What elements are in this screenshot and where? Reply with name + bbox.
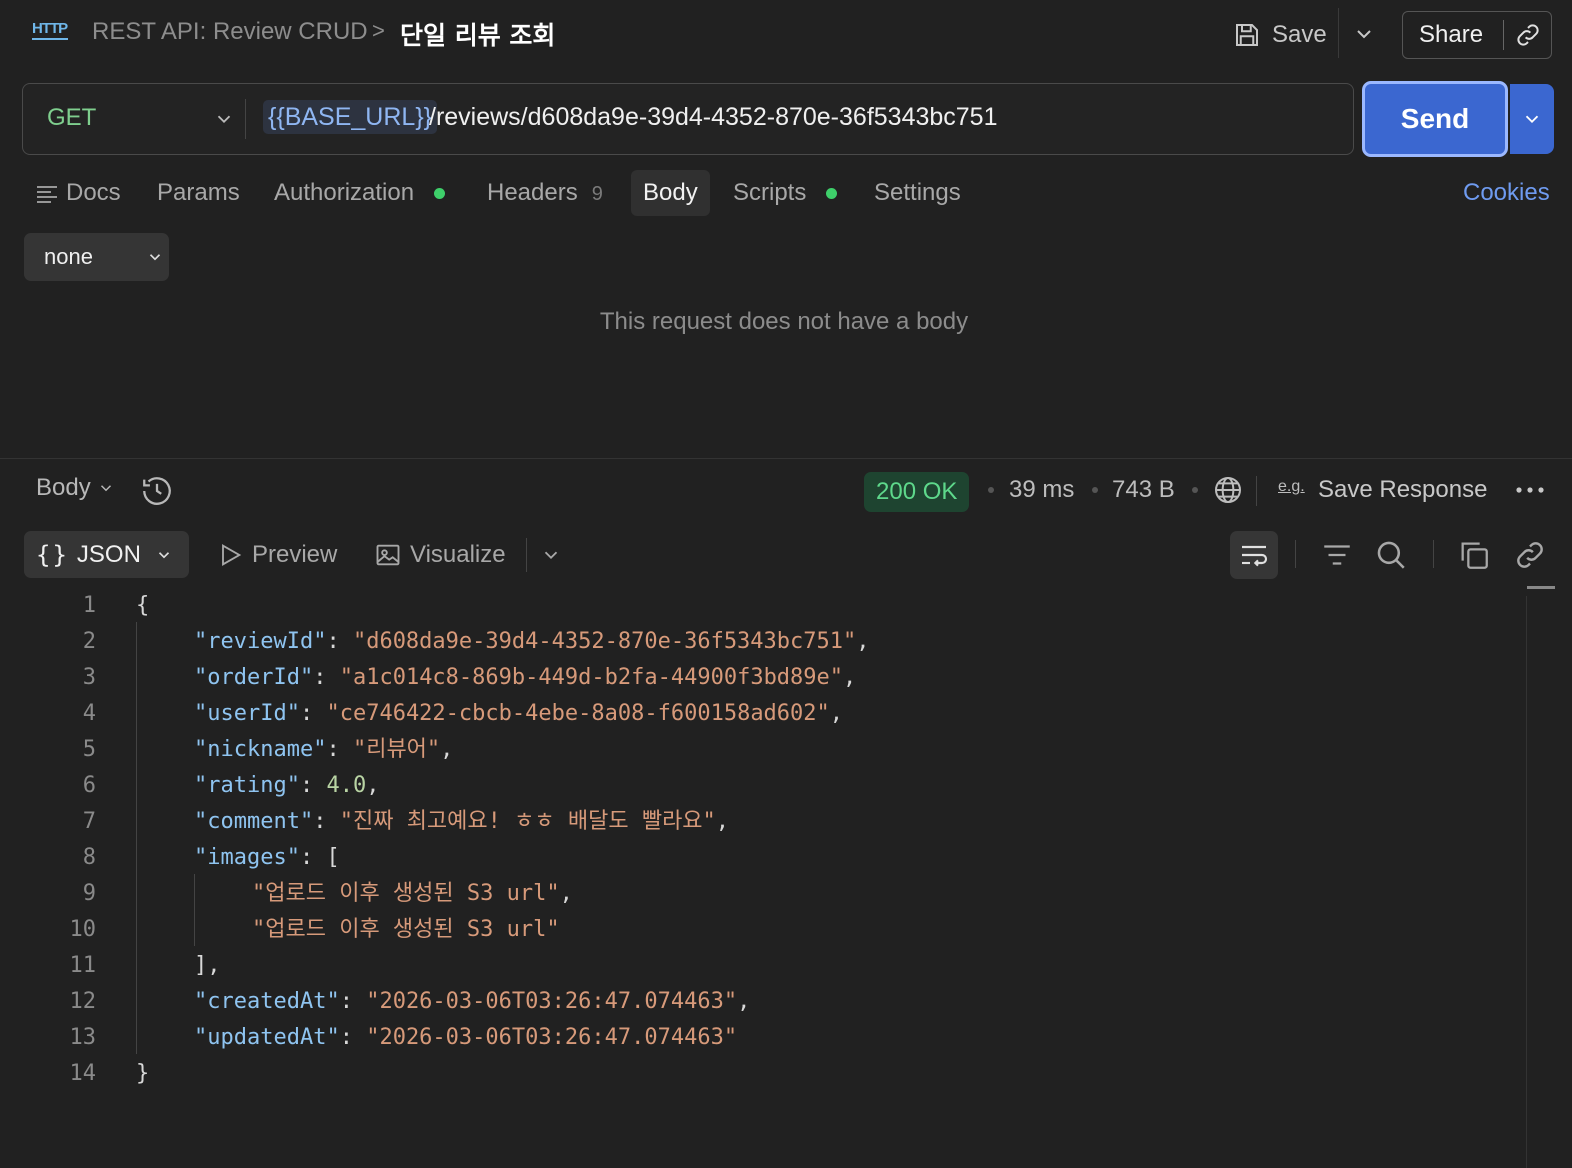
body-type-label: none (44, 244, 93, 269)
response-size[interactable]: 743 B (1112, 474, 1175, 506)
preview-button[interactable]: Preview (216, 536, 337, 574)
status-badge[interactable]: 200 OK (864, 472, 970, 512)
tab-docs[interactable]: Docs (36, 170, 121, 216)
chevron-down-icon (149, 254, 161, 261)
send-options-button[interactable] (1510, 84, 1554, 154)
top-bar: HTTP REST API: Review CRUD > 단일 리뷰 조회 Sa… (0, 0, 1572, 70)
code-line: 2 "reviewId": "d608da9e-39d4-4352-870e-36… (82, 629, 870, 654)
chevron-down-icon (158, 551, 170, 558)
empty-body-message: This request does not have a body (599, 308, 969, 335)
code-line: 11], (69, 953, 221, 978)
share-label: Share (1419, 21, 1484, 48)
visualize-label: Visualize (410, 541, 506, 568)
code-line: 7 "comment": "진짜 최고예요! ㅎㅎ 배달도 빨라요", (82, 809, 730, 834)
http-icon: HTTP (32, 20, 68, 50)
code-line: 3 "orderId": "a1c014c8-869b-449d-b2fa-449… (82, 665, 857, 690)
separator-dot (988, 487, 994, 493)
copy-icon[interactable] (1457, 538, 1491, 572)
code-line: 5 "nickname": "리뷰어", (82, 737, 454, 762)
url-variable[interactable]: {{BASE_URL}} (263, 100, 438, 134)
headers-count: 9 (591, 183, 603, 205)
docs-icon (37, 185, 57, 203)
save-icon (1236, 24, 1258, 46)
link-icon[interactable] (1514, 21, 1542, 49)
request-tabs: Docs Params Authorization Headers 9 Body … (0, 165, 1572, 221)
code-line: 13 "updatedAt": "2026-03-06T03:26:47.0744… (69, 1025, 738, 1050)
code-line: 10 "업로드 이후 생성된 S3 url" (69, 917, 560, 942)
save-button[interactable]: Save (1232, 16, 1327, 54)
url-bar: GET {{BASE_URL}} /reviews/d608da9e-39d4-… (22, 83, 1354, 155)
tab-label: Headers (487, 179, 578, 206)
chevron-down-icon[interactable] (540, 544, 562, 566)
separator-dot (1192, 487, 1198, 493)
visualize-button[interactable]: Visualize (374, 536, 506, 574)
cookies-link[interactable]: Cookies (1463, 170, 1550, 216)
json-braces-icon: {} (36, 540, 69, 569)
code-line: 9 "업로드 이후 생성된 S3 url", (82, 881, 573, 906)
save-label: Save (1272, 21, 1327, 48)
search-icon[interactable] (1374, 538, 1408, 572)
url-input[interactable]: /reviews/d608da9e-39d4-4352-870e-36f5343… (429, 100, 998, 134)
divider (526, 538, 527, 572)
tab-params[interactable]: Params (157, 170, 240, 216)
divider (1503, 20, 1504, 50)
chevron-down-icon (100, 485, 111, 492)
wrap-icon (1242, 545, 1268, 567)
separator-dot (1092, 487, 1098, 493)
method-select[interactable]: GET (47, 104, 96, 132)
body-type-select[interactable]: none (24, 233, 169, 281)
chevron-down-icon (1525, 115, 1539, 124)
history-icon[interactable] (140, 474, 174, 508)
breadcrumb-chevron-icon: > (372, 18, 385, 43)
code-line: 14} (69, 1061, 150, 1086)
divider (1433, 540, 1434, 568)
example-icon: e.g. (1278, 478, 1305, 495)
response-editor[interactable]: 1{ 2 "reviewId": "d608da9e-39d4-4352-870e… (0, 586, 1526, 1168)
play-icon (222, 544, 242, 566)
divider (1338, 8, 1339, 58)
status-dot (434, 188, 446, 200)
code-line: 6 "rating": 4.0, (82, 773, 380, 798)
tab-body[interactable]: Body (631, 170, 710, 216)
tab-authorization[interactable]: Authorization (274, 170, 446, 216)
response-time[interactable]: 39 ms (1009, 474, 1074, 506)
tab-settings[interactable]: Settings (874, 170, 961, 216)
scrollbar-thumb[interactable] (1527, 586, 1555, 589)
tab-label: Scripts (733, 179, 807, 206)
code-line: 12 "createdAt": "2026-03-06T03:26:47.0744… (69, 989, 751, 1014)
response-section-select[interactable]: Body (36, 474, 115, 502)
request-name[interactable]: 단일 리뷰 조회 (400, 16, 555, 52)
tab-label: Docs (66, 179, 121, 206)
save-response-button[interactable]: Save Response (1318, 474, 1487, 506)
chevron-down-icon[interactable] (213, 108, 235, 130)
filter-icon[interactable] (1320, 538, 1354, 572)
code-line: 4 "userId": "ce746422-cbcb-4ebe-8a08-f600… (82, 701, 844, 726)
more-icon[interactable] (1514, 480, 1546, 500)
tab-label: Authorization (274, 179, 415, 206)
divider (1295, 540, 1296, 568)
wrap-toggle[interactable] (1230, 531, 1278, 579)
breadcrumb-collection[interactable]: REST API: Review CRUD (92, 18, 368, 46)
tab-scripts[interactable]: Scripts (733, 170, 838, 216)
format-select[interactable]: {} JSON (24, 531, 189, 578)
response-section-label: Body (36, 474, 91, 501)
divider (245, 99, 246, 139)
status-dot (826, 188, 838, 200)
scrollbar-track[interactable] (1526, 596, 1527, 1168)
format-label: JSON (76, 540, 141, 568)
send-button[interactable]: Send (1362, 81, 1508, 157)
tab-headers[interactable]: Headers 9 (487, 170, 603, 216)
divider (1256, 476, 1257, 506)
globe-icon[interactable] (1212, 474, 1244, 506)
save-options-chevron-down-icon[interactable] (1352, 22, 1376, 46)
preview-label: Preview (252, 541, 338, 568)
code-line: 1{ (82, 593, 150, 618)
image-icon (376, 544, 400, 566)
link-icon[interactable] (1513, 538, 1547, 572)
pane-divider[interactable] (0, 458, 1572, 459)
share-button[interactable]: Share (1402, 11, 1552, 59)
code-line: 8 "images": [ (82, 845, 340, 870)
